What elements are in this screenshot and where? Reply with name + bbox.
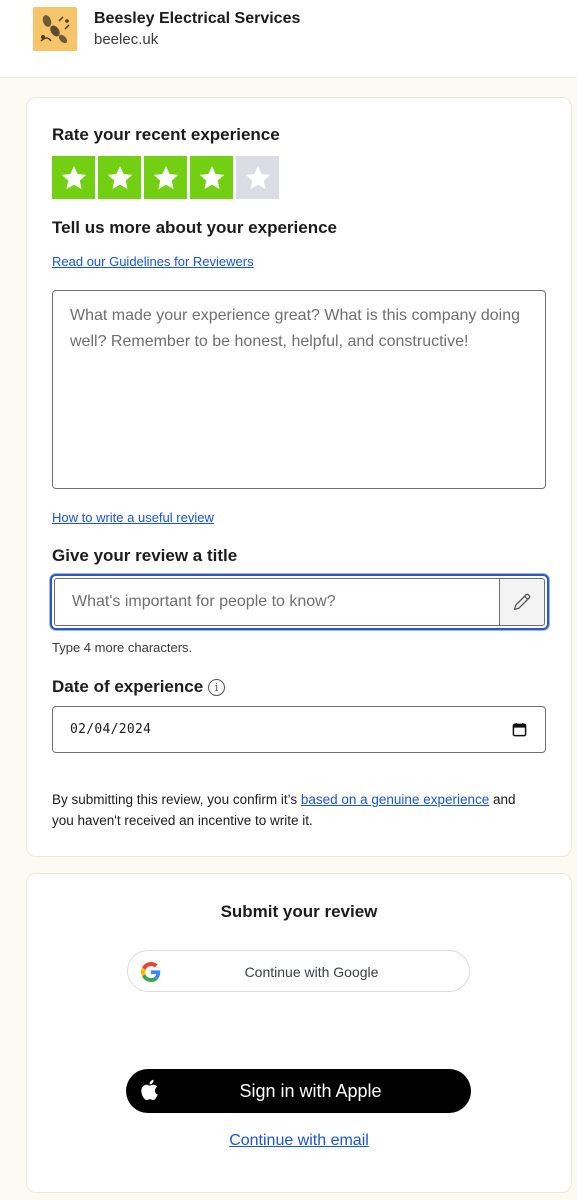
guidelines-link[interactable]: Read our Guidelines for Reviewers (52, 254, 254, 269)
genuine-experience-link[interactable]: based on a genuine experience (301, 792, 489, 807)
consent-text: By submitting this review, you confirm i… (52, 789, 522, 831)
useful-review-link[interactable]: How to write a useful review (52, 510, 214, 525)
star-5[interactable] (236, 156, 279, 199)
info-icon[interactable]: i (208, 678, 226, 696)
title-hint: Type 4 more characters. (52, 640, 193, 655)
star-icon (61, 165, 86, 189)
calendar-icon[interactable] (512, 722, 527, 737)
experience-placeholder: What made your experience great? What is… (70, 307, 521, 350)
apple-button-label: Sign in with Apple (239, 1081, 382, 1101)
pencil-button[interactable] (499, 578, 545, 626)
review-title-input[interactable] (54, 578, 499, 626)
rating-heading: Rate your recent experience (52, 125, 280, 144)
experience-heading: Tell us more about your experience (52, 218, 337, 237)
date-heading-row: Date of experience i (52, 677, 226, 697)
pencil-icon (514, 593, 531, 610)
experience-textarea[interactable]: What made your experience great? What is… (52, 290, 546, 489)
google-button-label: Continue with Google (244, 964, 379, 980)
star-icon (153, 165, 178, 189)
email-link[interactable]: Continue with email (26, 1132, 572, 1150)
business-header: Beesley Electrical Services beelec.uk (0, 0, 577, 78)
star-3[interactable] (144, 156, 187, 199)
bee-logo-icon (33, 7, 77, 51)
date-value: 02/04/2024 (70, 722, 152, 737)
star-rating[interactable] (52, 156, 279, 199)
star-2[interactable] (98, 156, 141, 199)
apple-button[interactable]: Sign in with Apple (126, 1069, 471, 1113)
business-name: Beesley Electrical Services (94, 10, 301, 27)
submit-heading: Submit your review (220, 902, 378, 921)
google-button[interactable]: Continue with Google (127, 950, 470, 992)
star-icon (245, 165, 270, 189)
star-icon (107, 165, 132, 189)
star-1[interactable] (52, 156, 95, 199)
review-title-field (50, 574, 549, 630)
review-title-heading: Give your review a title (52, 546, 238, 565)
star-4[interactable] (190, 156, 233, 199)
date-input[interactable]: 02/04/2024 (52, 706, 546, 753)
consent-prefix: By submitting this review, you confirm i… (52, 792, 301, 807)
date-heading: Date of experience (52, 677, 204, 696)
business-url: beelec.uk (94, 31, 159, 48)
star-icon (199, 165, 224, 189)
